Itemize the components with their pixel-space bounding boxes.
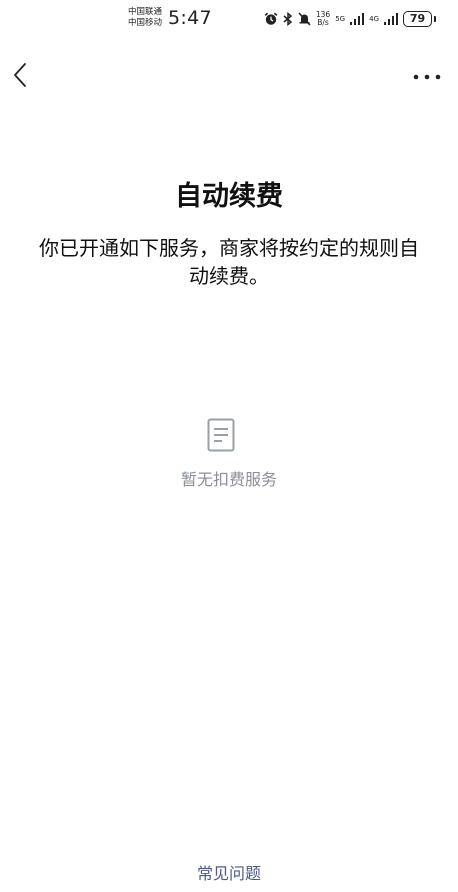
screen: 中国联通 中国移动 5:47 136 B/s 5G 4G 79 自动续费 你已开…	[0, 0, 458, 892]
network-label-5g: 5G	[335, 15, 346, 23]
empty-state-icon	[207, 418, 235, 452]
network-speed-unit: B/s	[317, 18, 329, 27]
chevron-left-icon	[14, 63, 26, 87]
carrier-info: 中国联通 中国移动	[128, 7, 162, 29]
signal-bars-icon-2	[384, 13, 398, 25]
mute-bell-icon	[298, 12, 311, 26]
status-time: 5:47	[168, 7, 212, 29]
alarm-icon	[264, 12, 278, 25]
battery-indicator: 79	[403, 11, 436, 27]
more-horizontal-icon	[413, 74, 441, 80]
bluetooth-icon	[283, 12, 293, 26]
network-speed: 136 B/s	[316, 11, 330, 27]
faq-link[interactable]: 常见问题	[0, 860, 458, 884]
empty-state-text: 暂无扣费服务	[180, 470, 277, 489]
document-icon	[207, 418, 235, 452]
carrier-2: 中国移动	[128, 18, 163, 28]
more-options-button[interactable]	[412, 68, 442, 80]
network-label-4g: 4G	[369, 15, 379, 23]
signal-bars-icon	[350, 13, 365, 25]
page-title: 自动续费	[175, 181, 283, 212]
status-bar: 中国联通 中国移动 5:47 136 B/s 5G 4G 79	[0, 0, 458, 40]
back-button[interactable]	[10, 62, 34, 88]
status-icons: 136 B/s 5G 4G 79	[264, 9, 436, 29]
page-description: 你已开通如下服务，商家将按约定的规则自动续费。	[39, 236, 419, 288]
carrier-1: 中国联通	[128, 7, 163, 17]
